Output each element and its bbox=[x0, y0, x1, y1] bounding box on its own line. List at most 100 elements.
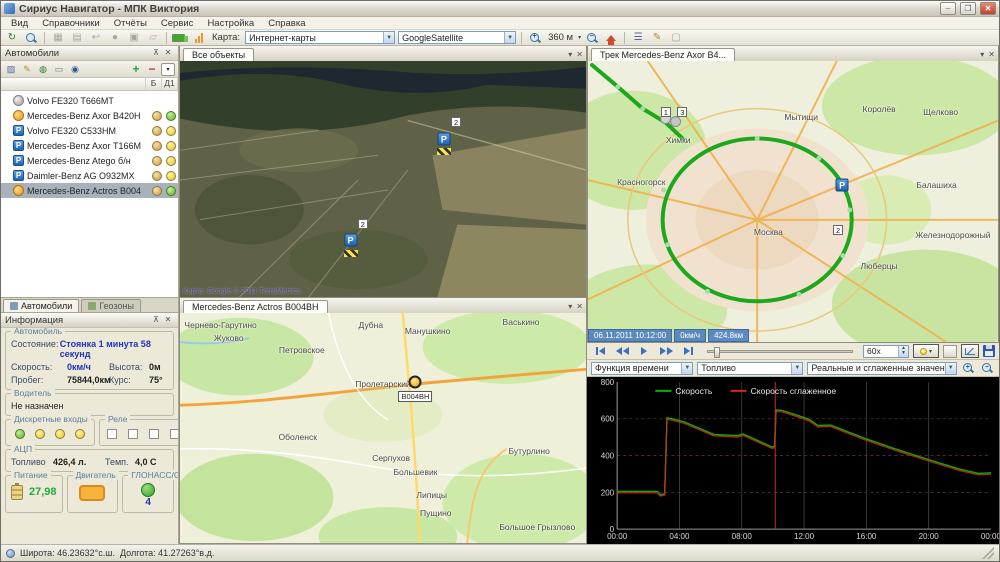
notes-button[interactable]: ✎ bbox=[649, 31, 665, 45]
tab-actros[interactable]: Mercedes-Benz Actros В004ВН bbox=[183, 300, 328, 313]
playback-speed-spinner[interactable]: 60x▲▼ bbox=[863, 345, 909, 358]
menu-Справочники[interactable]: Справочники bbox=[36, 18, 106, 29]
report-chart-button[interactable] bbox=[191, 31, 207, 45]
globe-icon[interactable]: ◍ bbox=[36, 63, 50, 76]
column-name[interactable] bbox=[1, 78, 146, 90]
vehicle-row[interactable]: Mercedes-Benz Actros В004ВН bbox=[1, 183, 178, 198]
relay-checkbox[interactable] bbox=[149, 429, 159, 439]
chart-parameter-select[interactable]: Топливо▼ bbox=[697, 362, 803, 375]
zoom-dropdown-arrow[interactable]: ▾ bbox=[578, 34, 581, 41]
vehicle-row[interactable]: PVolvo FE320 С533НМ bbox=[1, 123, 178, 138]
play-button[interactable] bbox=[635, 345, 653, 358]
track-point-number[interactable]: 3 bbox=[677, 107, 687, 117]
option-button[interactable] bbox=[943, 345, 957, 358]
vehicle-row[interactable]: PDaimler-Benz AG О932МХ bbox=[1, 168, 178, 183]
relay-checkbox[interactable] bbox=[107, 429, 117, 439]
vehicle-name: Mercedes-Benz Axor Т166МТ bbox=[27, 141, 141, 151]
menu-Сервис[interactable]: Сервис bbox=[155, 18, 200, 29]
chart-function-value: Функция времени bbox=[595, 363, 669, 373]
slider-thumb[interactable] bbox=[714, 347, 720, 358]
search-button[interactable] bbox=[23, 31, 39, 45]
zoom-out-button[interactable]: − bbox=[584, 31, 600, 45]
rewind-button[interactable] bbox=[613, 345, 631, 358]
fuel-speed-chart[interactable]: 020040060080000:0004:0008:0012:0016:0020… bbox=[587, 377, 999, 544]
maximize-button[interactable]: ❐ bbox=[960, 2, 976, 15]
skip-start-button[interactable] bbox=[591, 345, 609, 358]
home-icon bbox=[606, 35, 616, 41]
actros-road-map[interactable]: Чернево-ГарутиноЖуковоДубнаМанушкиноВась… bbox=[180, 313, 586, 543]
home-button[interactable] bbox=[603, 31, 619, 45]
parking-marker[interactable]: P bbox=[437, 132, 450, 145]
city-label: Оболенск bbox=[279, 432, 317, 442]
refresh-button[interactable]: ↻ bbox=[4, 31, 20, 45]
chart-zoom-out-button[interactable]: − bbox=[980, 361, 995, 375]
vehicle-row[interactable]: Volvo FE320 T666МТ bbox=[1, 93, 178, 108]
add-vehicle-button[interactable]: + bbox=[129, 63, 143, 76]
fast-forward-button[interactable] bbox=[657, 345, 675, 358]
tab-all-objects[interactable]: Все объекты bbox=[183, 48, 254, 61]
group-title: Дискретные входы bbox=[11, 414, 91, 424]
map-source-select[interactable]: Интернет-карты▼ bbox=[245, 31, 395, 44]
chart-zoom-in-button[interactable]: + bbox=[961, 361, 976, 375]
highlight-button[interactable]: ▾ bbox=[913, 344, 939, 358]
menu-Справка[interactable]: Справка bbox=[262, 18, 311, 29]
chart-mode-select[interactable]: Реальные и сглаженные значен▼ bbox=[807, 362, 956, 375]
save-icon[interactable] bbox=[983, 345, 995, 357]
tab-geozones[interactable]: Геозоны bbox=[81, 299, 141, 312]
track-map[interactable]: ХимкиМытищиКоролёвЩелковоКрасногорскМоск… bbox=[588, 61, 998, 342]
close-icon[interactable]: ✕ bbox=[162, 315, 174, 326]
zoom-level-value[interactable]: 360 м bbox=[546, 32, 575, 43]
relay-checkbox[interactable] bbox=[170, 429, 178, 439]
minimize-button[interactable]: – bbox=[940, 2, 956, 15]
vehicle-menu-button[interactable]: ▾ bbox=[172, 31, 188, 45]
tab-dropdown-icon[interactable]: ▾ bbox=[568, 50, 572, 59]
track-point-number[interactable]: 2 bbox=[833, 225, 843, 235]
edit-icon[interactable]: ✎ bbox=[20, 63, 34, 76]
vehicle-row[interactable]: PMercedes-Benz Atego б/н bbox=[1, 153, 178, 168]
camera-icon[interactable]: ▭ bbox=[52, 63, 66, 76]
world-icon[interactable]: ◉ bbox=[68, 63, 82, 76]
spinner-arrows[interactable]: ▲▼ bbox=[898, 346, 908, 357]
parking-marker[interactable]: P bbox=[836, 178, 849, 191]
pin-icon[interactable]: ⊼ bbox=[150, 48, 162, 59]
playback-slider[interactable] bbox=[707, 350, 853, 353]
column-b[interactable]: Б bbox=[146, 78, 162, 90]
menu-Настройка[interactable]: Настройка bbox=[201, 18, 260, 29]
remove-vehicle-button[interactable]: − bbox=[145, 63, 159, 76]
tab-close-icon[interactable]: ✕ bbox=[576, 302, 583, 311]
relay-checkboxes bbox=[105, 427, 178, 441]
group-icon[interactable]: ▧ bbox=[4, 63, 18, 76]
menu-Отчёты[interactable]: Отчёты bbox=[108, 18, 153, 29]
tab-close-icon[interactable]: ✕ bbox=[988, 50, 995, 59]
group-title: АЦП bbox=[11, 444, 35, 454]
view-mode-button[interactable]: ▾ bbox=[161, 63, 175, 76]
hazard-flag-icon bbox=[437, 148, 451, 155]
show-chart-button[interactable] bbox=[961, 344, 979, 358]
satellite-map[interactable]: Карта: Google © 2011 TerraMetrics P2P2 bbox=[180, 61, 586, 297]
tab-dropdown-icon[interactable]: ▾ bbox=[980, 50, 984, 59]
column-d1[interactable]: Д1 bbox=[162, 78, 178, 90]
tab-track[interactable]: Трек Mercedes-Benz Axor В4... bbox=[591, 48, 735, 61]
vehicle-row[interactable]: Mercedes-Benz Axor В420НВ bbox=[1, 108, 178, 123]
close-button[interactable]: ✕ bbox=[980, 2, 996, 15]
chart-function-select[interactable]: Функция времени▼ bbox=[591, 362, 693, 375]
tab-vehicles[interactable]: Автомобили bbox=[3, 299, 79, 312]
relay-checkbox[interactable] bbox=[128, 429, 138, 439]
separator bbox=[44, 32, 45, 44]
city-label: Москва bbox=[754, 227, 783, 237]
track-point-number[interactable]: 1 bbox=[661, 107, 671, 117]
list-view-button[interactable]: ☰ bbox=[630, 31, 646, 45]
vehicle-row[interactable]: PMercedes-Benz Axor Т166МТ bbox=[1, 138, 178, 153]
skip-end-button[interactable] bbox=[679, 345, 697, 358]
vehicle-position-marker[interactable] bbox=[409, 376, 422, 389]
tab-close-icon[interactable]: ✕ bbox=[576, 50, 583, 59]
menu-Вид[interactable]: Вид bbox=[5, 18, 34, 29]
close-icon[interactable]: ✕ bbox=[162, 48, 174, 59]
zoom-in-button[interactable]: + bbox=[527, 31, 543, 45]
tab-dropdown-icon[interactable]: ▾ bbox=[568, 302, 572, 311]
pin-icon[interactable]: ⊼ bbox=[150, 315, 162, 326]
parking-marker[interactable]: P bbox=[344, 234, 357, 247]
svg-text:800: 800 bbox=[601, 378, 615, 387]
map-layer-select[interactable]: GoogleSatellite▼ bbox=[398, 31, 516, 44]
resize-grip[interactable] bbox=[982, 547, 994, 559]
